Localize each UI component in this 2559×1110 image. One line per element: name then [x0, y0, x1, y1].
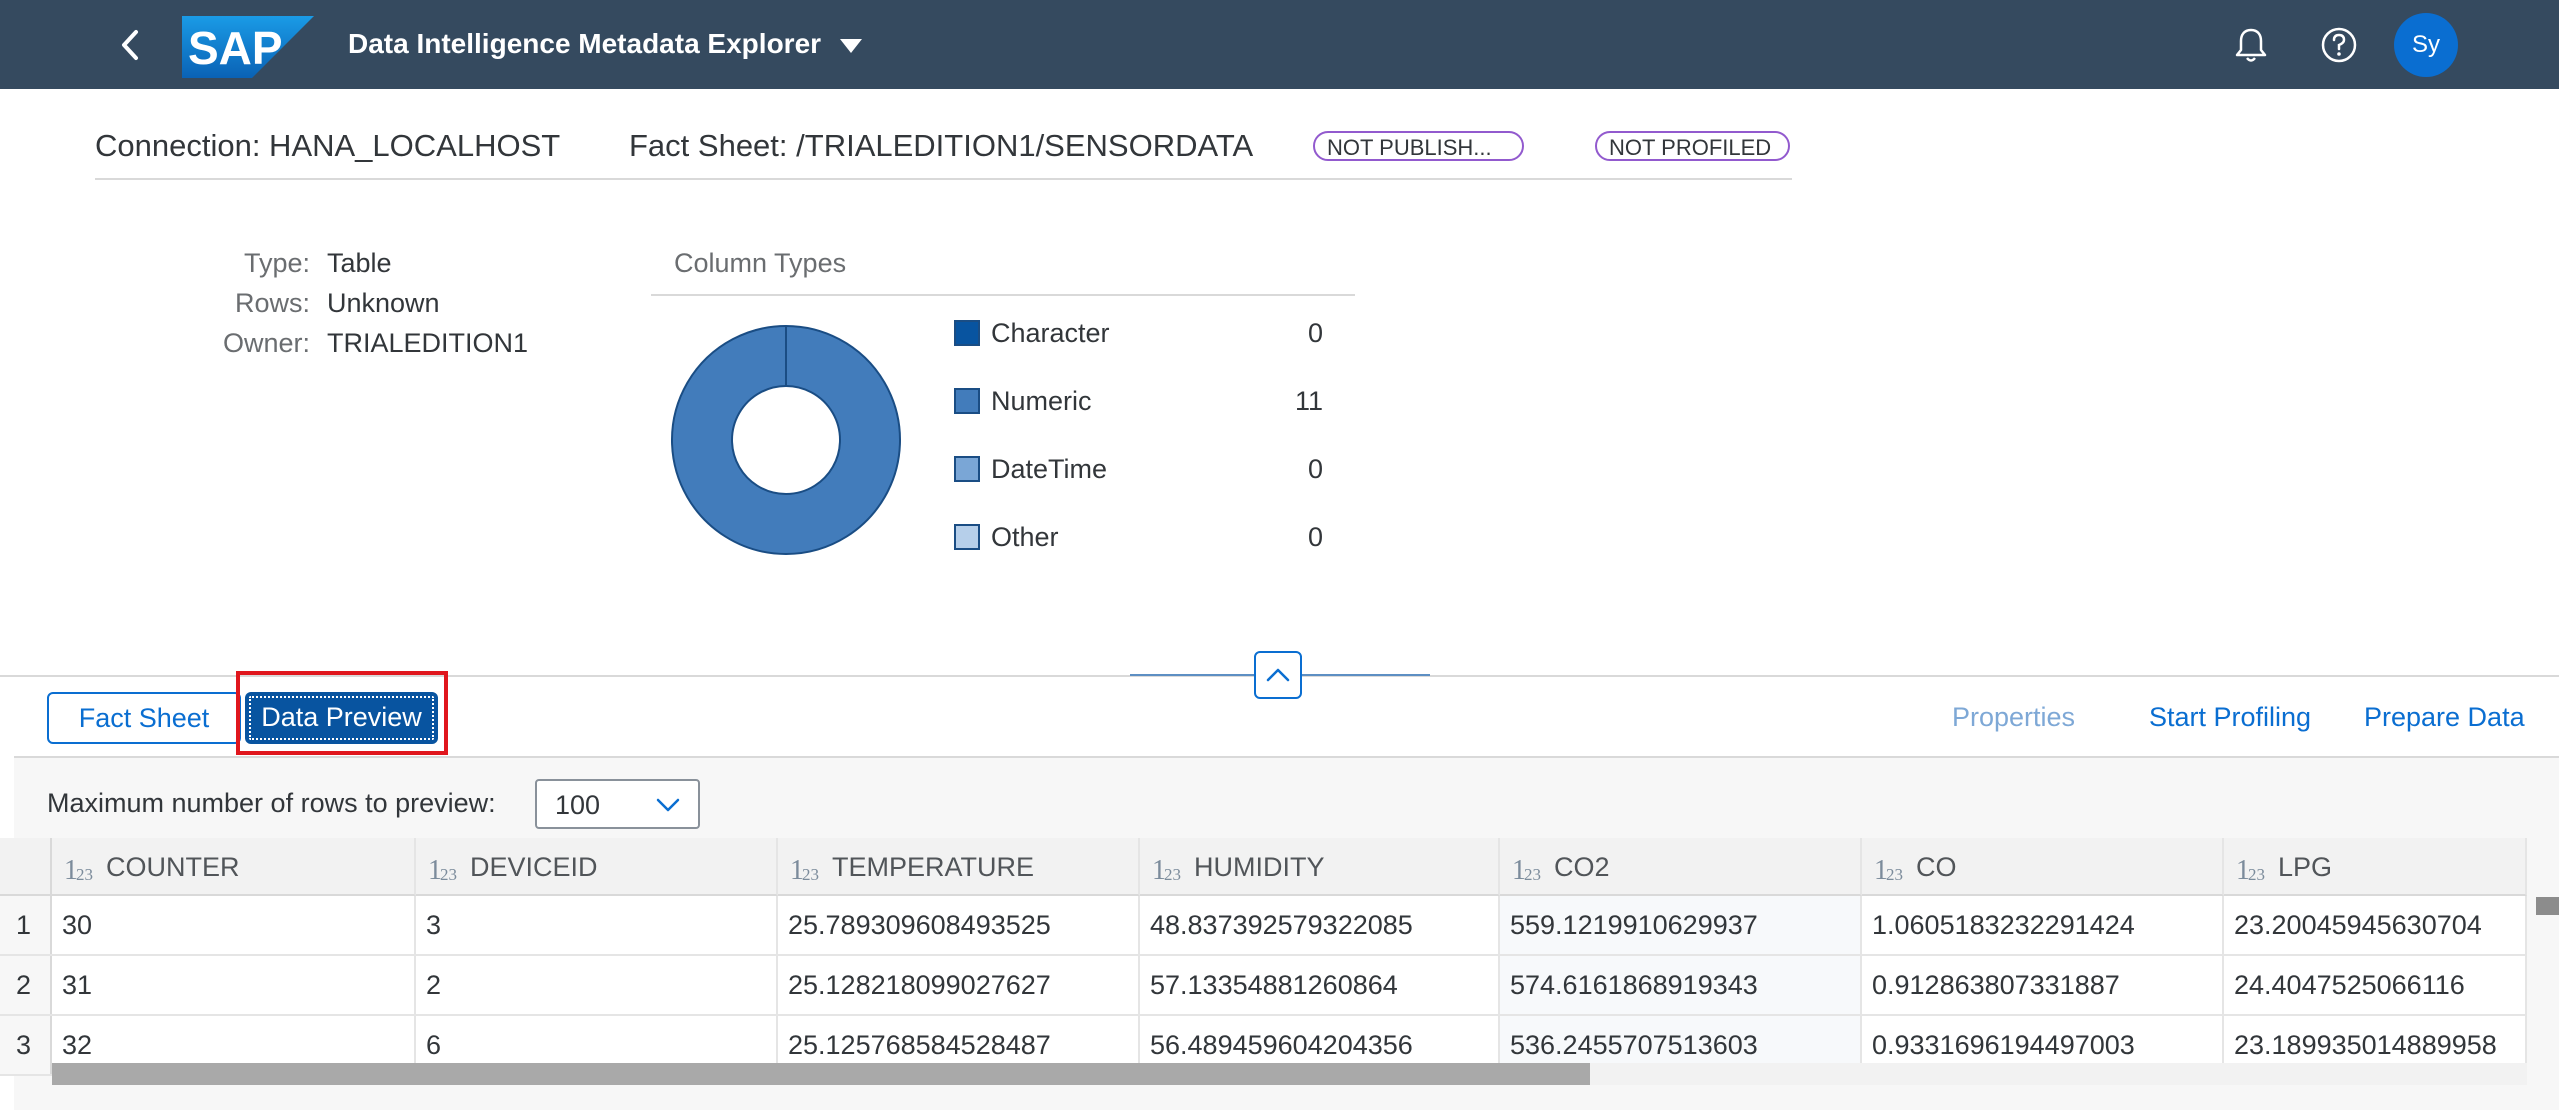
column-header-temperature[interactable]: 1 23 TEMPERATURE — [778, 838, 1140, 896]
table-cell[interactable]: 0.912863807331887 — [1862, 956, 2224, 1014]
column-header-co2[interactable]: 1 23 CO2 — [1500, 838, 1862, 896]
numeric-type-icon: 123 — [790, 855, 819, 883]
profile-status-badge: NOT PROFILED — [1595, 131, 1790, 161]
column-header-humidity[interactable]: 1 23 HUMIDITY — [1140, 838, 1500, 896]
owner-label: Owner: — [222, 328, 310, 358]
type-label: Type: — [243, 248, 310, 278]
legend-count-datetime: 0 — [1307, 454, 1323, 484]
table-cell[interactable]: 30 — [52, 896, 416, 954]
svg-text:SAP: SAP — [188, 22, 283, 74]
max-rows-value: 100 — [555, 790, 601, 820]
legend-swatch-datetime — [954, 456, 980, 482]
table-cell[interactable]: 57.13354881260864 — [1140, 956, 1500, 1014]
column-header-lpg[interactable]: 1 23 LPG — [2224, 838, 2527, 896]
fact-sheet-label: Fact Sheet: /TRIALEDITION1/SENSORDATA — [629, 128, 1254, 163]
table-cell[interactable]: 23.20045945630704 — [2224, 896, 2527, 954]
table-row[interactable]: 1 30 3 25.789309608493525 48.837392579322085… — [0, 896, 2527, 956]
row-number: 2 — [0, 956, 52, 1014]
prepare-data-button[interactable]: Prepare Data — [2364, 702, 2525, 733]
column-header-label: CO2 — [1554, 852, 1610, 882]
column-types-divider — [651, 294, 1355, 296]
legend-swatch-character — [954, 320, 980, 346]
svg-text:23: 23 — [802, 865, 819, 883]
table-cell[interactable]: 559.1219910629937 — [1500, 896, 1862, 954]
table-cell[interactable]: 1.0605183232291424 — [1862, 896, 2224, 954]
max-rows-label: Maximum number of rows to preview: — [47, 788, 496, 818]
header-divider — [95, 178, 1792, 180]
app-title[interactable]: Data Intelligence Metadata Explorer — [348, 28, 821, 60]
legend-label-character: Character — [991, 318, 1110, 348]
vertical-scrollbar-thumb[interactable] — [2536, 897, 2559, 915]
row-number: 3 — [0, 1016, 52, 1074]
back-arrow-icon[interactable] — [108, 22, 154, 68]
table-cell[interactable]: 574.6161868919343 — [1500, 956, 1862, 1014]
legend-label-datetime: DateTime — [991, 454, 1108, 484]
legend-swatch-numeric — [954, 388, 980, 414]
tab-fact-sheet[interactable]: Fact Sheet — [47, 692, 241, 744]
type-value: Table — [327, 248, 392, 278]
table-cell[interactable]: 48.837392579322085 — [1140, 896, 1500, 954]
properties-button[interactable]: Properties — [1952, 702, 2075, 733]
legend-count-character: 0 — [1307, 318, 1323, 348]
numeric-type-icon: 123 — [1874, 855, 1903, 883]
numeric-type-icon: 123 — [64, 855, 93, 883]
svg-text:23: 23 — [1524, 865, 1541, 883]
legend-label-other: Other — [991, 522, 1059, 552]
table-cell[interactable]: 25.128218099027627 — [778, 956, 1140, 1014]
caret-down-icon[interactable] — [838, 36, 864, 56]
column-header-label: COUNTER — [106, 852, 240, 882]
column-types-title: Column Types — [674, 248, 847, 278]
column-header-label: LPG — [2278, 852, 2333, 882]
column-header-deviceid[interactable]: 1 23 DEVICEID — [416, 838, 778, 896]
help-icon[interactable] — [2318, 24, 2360, 66]
chevron-up-icon — [1266, 668, 1290, 682]
column-header-counter[interactable]: 1 23 COUNTER — [52, 838, 416, 896]
table-cell[interactable]: 24.4047525066116 — [2224, 956, 2527, 1014]
column-header-label: TEMPERATURE — [832, 852, 1035, 882]
connection-label: Connection: HANA_LOCALHOST — [95, 128, 561, 163]
table-cell[interactable]: 31 — [52, 956, 416, 1014]
rows-label: Rows: — [234, 288, 310, 318]
column-header-label: HUMIDITY — [1194, 852, 1325, 882]
bell-icon[interactable] — [2230, 24, 2272, 66]
legend-count-numeric: 11 — [1294, 386, 1323, 416]
user-avatar[interactable]: Sy — [2394, 13, 2458, 77]
column-header-label: DEVICEID — [470, 852, 598, 882]
chevron-down-icon[interactable] — [655, 795, 681, 815]
column-types-donut-chart — [671, 325, 901, 555]
column-header-co[interactable]: 1 23 CO — [1862, 838, 2224, 896]
svg-text:23: 23 — [440, 865, 457, 883]
max-rows-select[interactable]: 100 — [535, 779, 700, 829]
column-header-label: CO — [1916, 852, 1957, 882]
numeric-type-icon: 123 — [428, 855, 457, 883]
collapse-header-button[interactable] — [1254, 651, 1302, 699]
row-number: 1 — [0, 896, 52, 954]
horizontal-scrollbar-thumb[interactable] — [52, 1063, 1590, 1085]
sap-logo: SAP — [182, 16, 314, 78]
publish-status-badge: NOT PUBLISH... — [1313, 131, 1524, 161]
row-number-header — [0, 838, 52, 896]
shell-bar: SAP Data Intelligence Metadata Explorer … — [0, 0, 2559, 89]
preview-divider — [14, 756, 2559, 758]
numeric-type-icon: 123 — [1152, 855, 1181, 883]
table-cell[interactable]: 2 — [416, 956, 778, 1014]
svg-text:23: 23 — [1886, 865, 1903, 883]
legend-label-numeric: Numeric — [991, 386, 1092, 416]
table-row[interactable]: 2 31 2 25.128218099027627 57.13354881260864 5… — [0, 956, 2527, 1016]
rows-value: Unknown — [327, 288, 440, 318]
start-profiling-button[interactable]: Start Profiling — [2149, 702, 2311, 733]
svg-text:23: 23 — [1164, 865, 1181, 883]
svg-text:23: 23 — [2248, 865, 2265, 883]
highlight-annotation-box — [236, 671, 448, 755]
numeric-type-icon: 123 — [1512, 855, 1541, 883]
table-cell[interactable]: 3 — [416, 896, 778, 954]
legend-swatch-other — [954, 524, 980, 550]
numeric-type-icon: 123 — [2236, 855, 2265, 883]
legend-count-other: 0 — [1307, 522, 1323, 552]
owner-value: TRIALEDITION1 — [327, 328, 529, 358]
svg-text:23: 23 — [76, 865, 93, 883]
table-cell[interactable]: 25.789309608493525 — [778, 896, 1140, 954]
